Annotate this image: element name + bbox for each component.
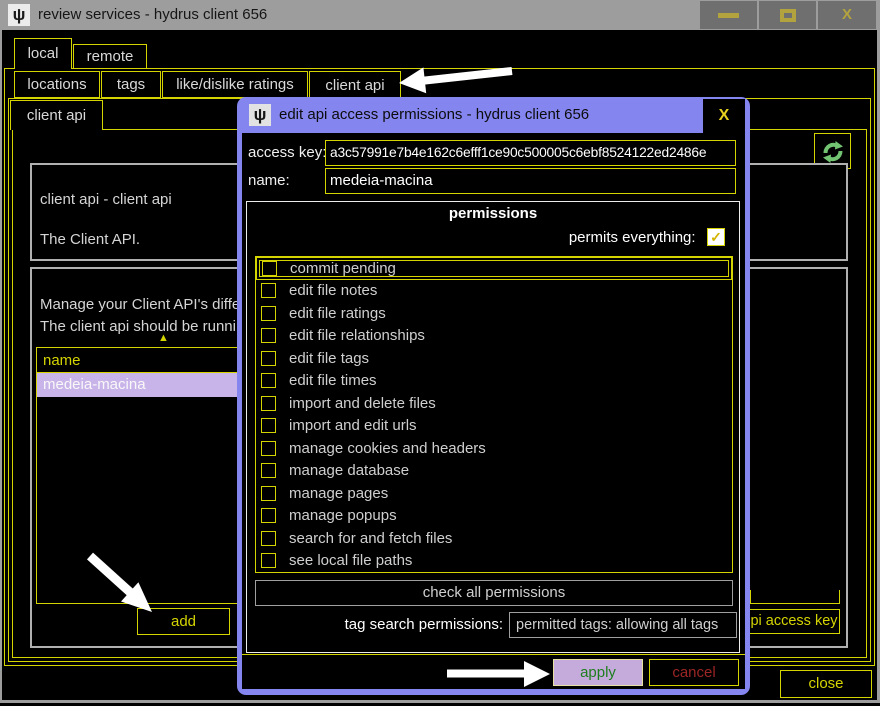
maximize-icon [780,9,796,22]
permission-row[interactable]: import and delete files [256,392,732,415]
permission-checkbox-icon[interactable] [261,508,276,523]
dialog-body: access key: a3c57991e7b4e162c6efff1ce90c… [242,133,745,689]
permission-label: manage cookies and headers [289,440,486,457]
permission-checkbox-icon[interactable] [261,531,276,546]
manage-help-text-2: The client api should be runnin [40,318,244,335]
tag-search-permissions-dropdown[interactable]: permitted tags: allowing all tags [509,612,737,638]
close-icon: X [818,1,876,29]
permission-row[interactable]: import and edit urls [256,415,732,438]
permission-checkbox-icon[interactable] [261,463,276,478]
permits-everything-label: permits everything: [569,228,696,247]
name-label: name: [248,172,290,189]
service-description-text: The Client API. [40,231,140,248]
permission-checkbox-icon[interactable] [262,261,277,276]
permissions-list: commit pending edit file notes edit file… [255,256,733,573]
name-input[interactable]: medeia-macina [325,168,736,194]
permission-label: manage database [289,462,409,479]
manage-help-text-1: Manage your Client API's differ [40,296,245,313]
tab-tags[interactable]: tags [101,71,161,98]
minimize-icon [718,13,739,18]
permission-label: edit file notes [289,282,377,299]
permission-label: commit pending [290,260,396,277]
permission-checkbox-icon[interactable] [261,418,276,433]
tab-locations[interactable]: locations [14,71,100,98]
tab-like-dislike-ratings[interactable]: like/dislike ratings [162,71,308,98]
permission-label: edit file ratings [289,305,386,322]
permission-row[interactable]: see local file paths [256,550,732,573]
access-key-input[interactable]: a3c57991e7b4e162c6efff1ce90c500005c6ebf8… [325,140,736,166]
refresh-icon [820,139,846,165]
dialog-separator [242,654,745,655]
permission-checkbox-icon[interactable] [261,328,276,343]
permission-label: edit file tags [289,350,369,367]
permission-checkbox-icon[interactable] [261,441,276,456]
permission-checkbox-icon[interactable] [261,486,276,501]
close-window-button[interactable]: X [818,1,876,29]
add-button[interactable]: add [137,608,230,635]
close-button[interactable]: close [780,670,872,698]
dialog-title: edit api access permissions - hydrus cli… [279,97,589,133]
permission-checkbox-icon[interactable] [261,306,276,321]
permission-row[interactable]: search for and fetch files [256,527,732,550]
edit-api-permissions-dialog: ψ edit api access permissions - hydrus c… [237,97,750,695]
permissions-group-title: permissions [247,205,739,222]
maximize-button[interactable] [759,1,816,29]
window-titlebar[interactable]: ψ review services - hydrus client 656 X [0,0,880,30]
hydrus-dialog-icon: ψ [249,104,271,126]
permission-row[interactable]: edit file ratings [256,302,732,325]
tab-client-api-service[interactable]: client api [10,100,103,130]
hydrus-app-icon: ψ [8,4,30,26]
tag-search-permissions-label: tag search permissions: [247,616,503,633]
minimize-button[interactable] [700,1,757,29]
permission-checkbox-icon[interactable] [261,373,276,388]
tab-remote[interactable]: remote [73,44,147,69]
permission-row[interactable]: manage popups [256,505,732,528]
permits-everything-checkbox[interactable]: ✓ [707,228,725,246]
occluded-button-fragment [750,590,840,604]
permission-label: import and delete files [289,395,436,412]
permission-checkbox-icon[interactable] [261,396,276,411]
permission-label: edit file times [289,372,377,389]
sort-ascending-icon: ▲ [158,333,169,344]
permission-checkbox-icon[interactable] [261,351,276,366]
permission-label: manage pages [289,485,388,502]
permission-row[interactable]: commit pending [256,257,732,280]
permissions-groupbox: permissions permits everything: ✓ commit… [246,201,740,653]
apply-button[interactable]: apply [553,659,643,686]
permission-row[interactable]: edit file notes [256,280,732,303]
permission-checkbox-icon[interactable] [261,283,276,298]
permission-row[interactable]: edit file tags [256,347,732,370]
permission-row[interactable]: manage database [256,460,732,483]
permission-label: import and edit urls [289,417,417,434]
copy-api-access-key-button[interactable]: pi access key [748,609,840,634]
permission-label: manage popups [289,507,397,524]
cancel-button[interactable]: cancel [649,659,739,686]
access-key-label: access key: [248,144,326,161]
permission-row[interactable]: edit file times [256,370,732,393]
permission-row[interactable]: edit file relationships [256,325,732,348]
permission-row[interactable]: manage pages [256,482,732,505]
window-title: review services - hydrus client 656 [38,0,267,30]
dialog-close-button[interactable]: X [703,99,745,133]
check-all-permissions-button[interactable]: check all permissions [255,580,733,606]
review-services-window: ψ review services - hydrus client 656 X … [0,0,880,706]
tab-client-api[interactable]: client api [309,71,401,100]
permission-label: search for and fetch files [289,530,452,547]
permission-label: see local file paths [289,552,412,569]
permission-checkbox-icon[interactable] [261,553,276,568]
tab-local[interactable]: local [14,38,72,69]
dialog-titlebar[interactable]: ψ edit api access permissions - hydrus c… [237,97,750,133]
permission-row[interactable]: manage cookies and headers [256,437,732,460]
permission-label: edit file relationships [289,327,425,344]
service-name-text: client api - client api [40,191,172,208]
